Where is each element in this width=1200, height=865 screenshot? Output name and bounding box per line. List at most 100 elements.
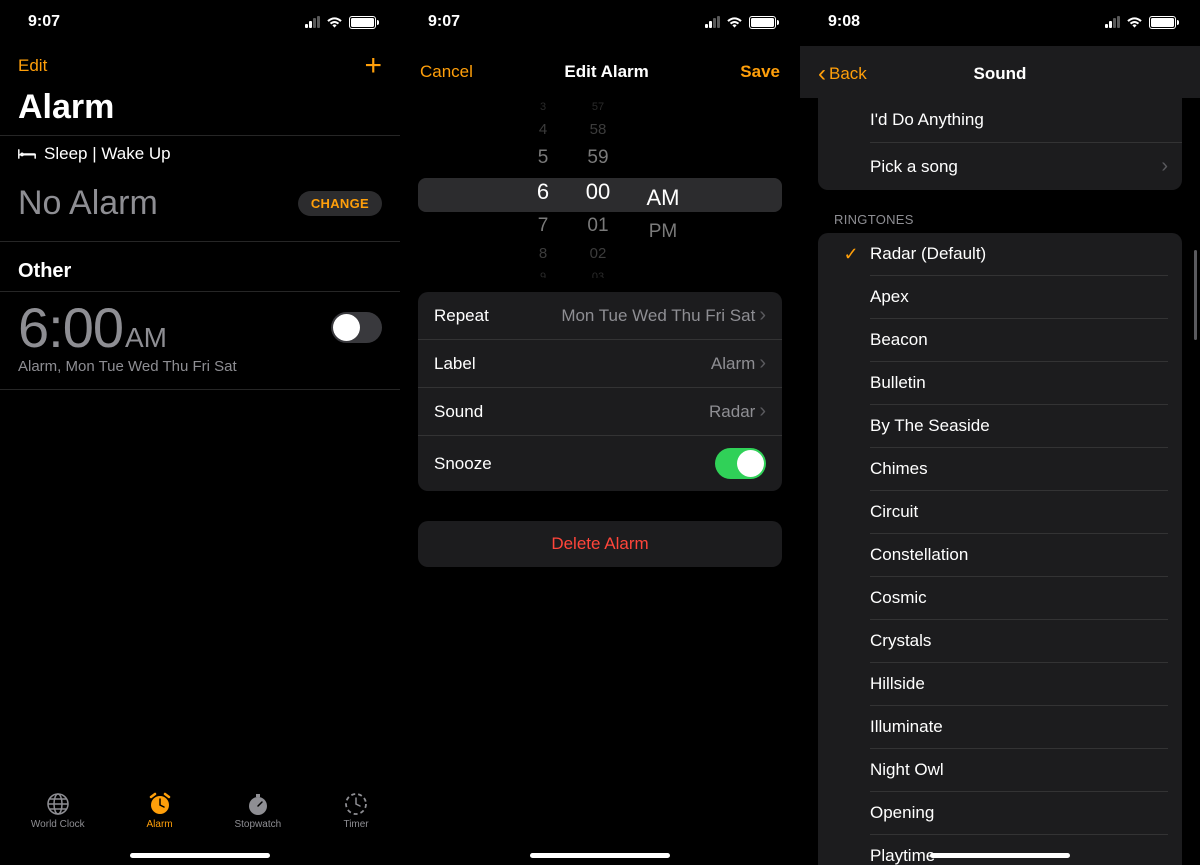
other-section-header: Other [0,242,400,292]
wifi-icon [726,16,743,29]
ringtone-row[interactable]: Chimes [818,448,1182,491]
time-picker[interactable]: 3 4 5 6 7 8 9 57 58 59 00 01 02 03 AM PM [418,98,782,278]
snooze-row: Snooze [418,436,782,491]
ringtone-name: Cosmic [870,588,1168,620]
ringtone-row[interactable]: Illuminate [818,706,1182,749]
ringtone-row[interactable]: Opening [818,792,1182,835]
back-button[interactable]: ‹ Back [818,62,867,86]
chevron-right-icon: › [759,400,766,423]
ringtone-row[interactable]: Bulletin [818,362,1182,405]
alarm-subtitle: Alarm, Mon Tue Wed Thu Fri Sat [18,358,382,375]
chevron-right-icon: › [759,304,766,327]
wifi-icon [1126,16,1143,29]
ringtone-name: Apex [870,287,1168,319]
ringtone-name: Bulletin [870,373,1168,405]
snooze-toggle[interactable] [715,448,766,479]
battery-icon [1149,16,1176,29]
picker-ampm[interactable]: AM PM [643,178,683,278]
signal-icon [305,16,320,28]
ringtone-row[interactable]: Night Owl [818,749,1182,792]
status-time: 9:08 [828,13,860,31]
tab-alarm[interactable]: Alarm [147,791,173,830]
stopwatch-icon [246,792,270,816]
delete-alarm-button[interactable]: Delete Alarm [418,521,782,567]
signal-icon [1105,16,1120,28]
change-button[interactable]: CHANGE [298,191,382,216]
ringtone-name: Circuit [870,502,1168,534]
sleep-section-header: Sleep | Wake Up [0,135,400,172]
home-indicator[interactable] [530,853,670,858]
status-bar: 9:07 [400,0,800,44]
edit-button[interactable]: Edit [18,56,47,76]
picker-hours[interactable]: 3 4 5 6 7 8 9 [523,98,563,278]
status-icons [1105,16,1176,29]
add-alarm-button[interactable]: + [364,51,382,81]
alarm-item[interactable]: 6:00 AM Alarm, Mon Tue Wed Thu Fri Sat [0,292,400,390]
home-indicator[interactable] [930,853,1070,858]
page-title: Alarm [0,84,400,135]
ringtone-name: Chimes [870,459,1168,491]
home-indicator[interactable] [130,853,270,858]
status-icons [305,16,376,29]
label-row[interactable]: Label Alarm› [418,340,782,388]
wifi-icon [326,16,343,29]
sleep-section-label: Sleep | Wake Up [44,144,171,164]
songs-list: I'd Do Anything Pick a song› [818,98,1182,190]
alarm-list-screen: 9:07 Edit + Alarm Sleep | Wake Up No Ala… [0,0,400,865]
song-row[interactable]: I'd Do Anything [870,98,1182,143]
repeat-row[interactable]: Repeat Mon Tue Wed Thu Fri Sat› [418,292,782,340]
ringtone-name: Radar (Default) [870,244,1168,276]
ringtone-name: By The Seaside [870,416,1168,448]
ringtones-list: ✓Radar (Default) Apex Beacon Bulletin By The… [818,233,1182,865]
chevron-left-icon: ‹ [818,62,826,86]
cancel-button[interactable]: Cancel [420,62,473,82]
save-button[interactable]: Save [740,62,780,82]
tab-timer[interactable]: Timer [343,791,369,830]
battery-icon [349,16,376,29]
no-alarm-row: No Alarm CHANGE [0,172,400,242]
modal-title: Edit Alarm [564,62,648,82]
battery-icon [749,16,776,29]
ringtone-row[interactable]: ✓Radar (Default) [818,233,1182,276]
alarm-time: 6:00 AM [18,300,382,356]
scroll-indicator[interactable] [1194,250,1197,340]
ringtone-row[interactable]: Apex [818,276,1182,319]
signal-icon [705,16,720,28]
nav-bar: Edit + [0,44,400,84]
ringtone-name: Beacon [870,330,1168,362]
ringtone-row[interactable]: Hillside [818,663,1182,706]
tab-world-clock[interactable]: World Clock [31,791,85,830]
ringtone-row[interactable]: By The Seaside [818,405,1182,448]
ringtone-row[interactable]: Crystals [818,620,1182,663]
status-icons [705,16,776,29]
no-alarm-text: No Alarm [18,184,158,223]
ringtone-row[interactable]: Beacon [818,319,1182,362]
ringtone-name: Crystals [870,631,1168,663]
ringtone-name: Illuminate [870,717,1168,749]
ringtone-row[interactable]: Constellation [818,534,1182,577]
modal-nav: Cancel Edit Alarm Save [400,46,800,94]
sound-row[interactable]: Sound Radar› [418,388,782,436]
chevron-right-icon: › [759,352,766,375]
sound-title: Sound [974,64,1027,84]
alarm-icon [147,791,173,817]
ringtone-name: Opening [870,803,1168,835]
alarm-settings-list: Repeat Mon Tue Wed Thu Fri Sat› Label Al… [418,292,782,491]
alarm-toggle[interactable] [331,312,382,343]
ringtone-row[interactable]: Playtime [818,835,1182,865]
pick-song-row[interactable]: Pick a song› [870,143,1182,190]
picker-minutes[interactable]: 57 58 59 00 01 02 03 [578,98,618,278]
chevron-right-icon: › [1161,155,1168,178]
status-bar: 9:07 [0,0,400,44]
tab-stopwatch[interactable]: Stopwatch [234,791,281,830]
sound-nav: ‹ Back Sound [800,46,1200,98]
ringtone-row[interactable]: Circuit [818,491,1182,534]
status-bar: 9:08 [800,0,1200,44]
timer-icon [344,792,368,816]
checkmark-icon: ✓ [832,244,870,265]
ringtone-name: Hillside [870,674,1168,706]
edit-alarm-screen: 9:07 Cancel Edit Alarm Save 3 4 5 6 7 8 … [400,0,800,865]
sound-picker-screen: 9:08 ‹ Back Sound I'd Do Anything Pick a… [800,0,1200,865]
ringtone-name: Constellation [870,545,1168,577]
ringtone-row[interactable]: Cosmic [818,577,1182,620]
